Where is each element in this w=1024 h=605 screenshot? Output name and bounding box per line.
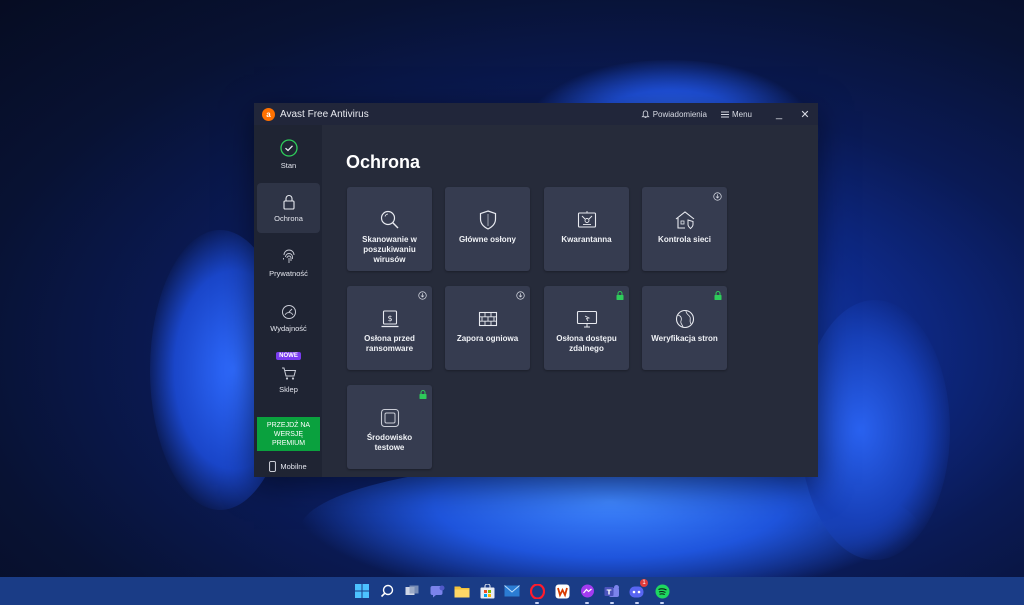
messenger-button[interactable] [577,581,597,604]
teams-icon: T [604,584,619,597]
chat-icon [430,585,444,597]
opera-icon [529,583,545,599]
sidebar-item-sklep[interactable]: NOWE Sklep [257,349,320,399]
ransomware-icon: $ [381,310,398,328]
windows-start-icon [355,584,369,598]
tile-skanowanie[interactable]: Skanowanie w poszukiwaniu wirusów [347,187,432,271]
tile-srodowisko-testowe[interactable]: Środowisko testowe [347,385,432,469]
svg-text:$: $ [387,314,392,323]
spotify-icon [655,584,669,598]
windows-start-button[interactable] [352,581,372,601]
download-icon [516,291,525,300]
tile-kontrola-sieci[interactable]: Kontrola sieci [642,187,727,271]
title-bar: a Avast Free Antivirus Powiadomienia Men… [254,103,818,125]
lock-icon [714,291,722,300]
menu-label: Menu [731,109,752,119]
tile-label: Główne osłony [459,235,516,244]
notifications-label: Powiadomienia [652,109,707,119]
tile-zapora[interactable]: Zapora ogniowa [445,286,530,370]
messenger-icon [580,584,594,597]
sidebar-item-label: Sklep [279,384,298,394]
mail-icon [504,585,520,597]
menu-button[interactable]: Menu [720,109,752,119]
tile-dostep-zdalny[interactable]: Osłona dostępu zdalnego [544,286,629,370]
spotify-button[interactable] [652,581,672,604]
avast-window: a Avast Free Antivirus Powiadomienia Men… [254,103,818,477]
taskbar-search-button[interactable] [377,581,397,601]
svg-text:T: T [607,588,612,596]
tile-label: Osłona przed ransomware [364,334,415,353]
remote-desktop-icon [576,310,597,328]
sidebar-item-stan[interactable]: Stan [257,129,320,179]
opera-button[interactable] [527,581,547,604]
office-icon [555,584,569,598]
search-icon [380,584,394,598]
bell-icon [641,109,650,118]
avast-logo-icon: a [262,107,275,121]
chat-button[interactable] [427,581,447,601]
tile-label: Zapora ogniowa [456,334,519,343]
magnifier-icon [380,210,398,229]
tile-label: Środowisko testowe [366,433,413,452]
firewall-icon [478,311,497,327]
sidebar-item-label: Ochrona [274,213,303,223]
globe-icon [675,309,694,329]
discord-button[interactable]: 1 [627,579,648,604]
tile-label: Skanowanie w poszukiwaniu wirusów [362,235,417,264]
cart-icon [281,367,296,380]
download-icon [713,192,722,201]
new-badge: NOWE [276,352,301,360]
sidebar-item-ochrona[interactable]: Ochrona [257,183,320,233]
tile-label: Kontrola sieci [658,235,711,244]
discord-badge: 1 [640,579,648,587]
tile-label: Kwarantanna [561,235,612,244]
sidebar-item-prywatnosc[interactable]: Prywatność [257,238,320,288]
wallpaper-bloom [800,300,950,560]
minimize-button[interactable]: _ [766,103,792,125]
tile-ransomware[interactable]: $ Osłona przed ransomware [347,286,432,370]
notifications-button[interactable]: Powiadomienia [641,110,707,119]
store-button[interactable] [477,581,497,601]
lock-icon [282,194,295,210]
lock-icon [616,291,624,300]
app-title: Avast Free Antivirus [280,108,369,120]
sidebar-item-label: Wydajność [270,323,307,333]
shield-icon [479,210,496,230]
tile-label: Weryfikacja stron [651,334,718,343]
check-circle-icon [279,138,298,157]
store-icon [480,583,494,598]
fingerprint-icon [282,249,294,263]
mobile-button[interactable]: Mobilne [254,458,322,474]
upgrade-premium-button[interactable]: PRZEJDŹ NA WERSJĘ PREMIUM [257,417,320,451]
office-button[interactable] [552,581,572,601]
sidebar-item-label: Stan [280,160,297,170]
tile-weryfikacja-stron[interactable]: Weryfikacja stron [642,286,727,370]
lock-icon [419,390,427,399]
file-explorer-icon [454,586,470,597]
mobile-label: Mobilne [280,461,307,471]
sidebar-item-label: Prywatność [269,268,308,278]
task-view-icon [405,585,419,595]
close-button[interactable]: ✕ [792,103,818,125]
file-explorer-button[interactable] [452,581,472,601]
gauge-icon [281,304,296,319]
tile-label: Osłona dostępu zdalnego [556,334,617,353]
sidebar-item-wydajnosc[interactable]: Wydajność [257,293,320,343]
hamburger-icon [720,111,729,117]
teams-button[interactable]: T [602,581,622,604]
quarantine-icon [577,211,596,228]
sidebar: Stan Ochrona Prywatność Wydajność NOWE S… [254,125,322,477]
task-view-button[interactable] [402,581,422,601]
phone-icon [269,460,277,472]
tile-glowne-oslony[interactable]: Główne osłony [445,187,530,271]
home-network-icon [675,211,694,230]
main-content: Ochrona Skanowanie w poszukiwaniu wirusó… [322,125,770,477]
taskbar: T 1 [0,577,1024,605]
mail-button[interactable] [502,581,522,601]
download-icon [418,291,427,300]
sandbox-icon [380,408,399,428]
tile-kwarantanna[interactable]: Kwarantanna [544,187,629,271]
page-title: Ochrona [346,152,421,172]
